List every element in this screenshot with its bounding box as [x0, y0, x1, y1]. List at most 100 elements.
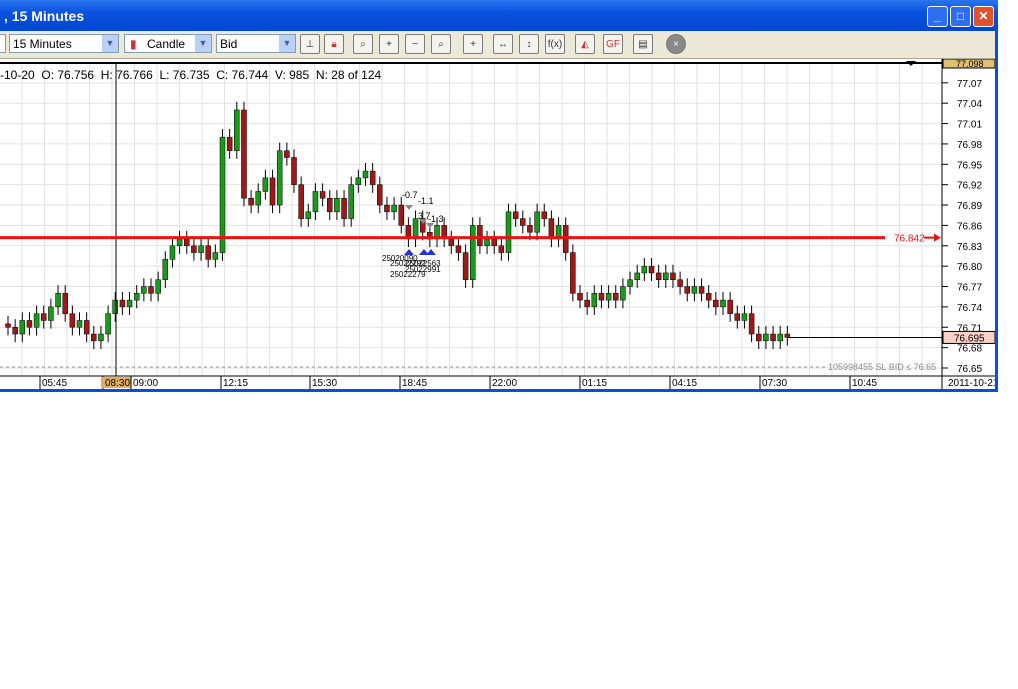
y-tick-label: 76.80 [957, 262, 982, 273]
candle-body [634, 272, 640, 280]
trade-exit-marker-icon [405, 205, 413, 210]
function-icon[interactable]: f(x) [545, 34, 565, 54]
x-tick-label: 09:00 [133, 378, 158, 389]
candle-body [541, 211, 547, 219]
trade-annotation: 25022279 [390, 270, 426, 279]
fibonacci-icon[interactable]: GF [603, 34, 623, 54]
candle-body [176, 238, 183, 247]
x-tick-label: 07:30 [762, 378, 787, 389]
candle-body [663, 272, 669, 280]
maximize-button[interactable]: □ [950, 6, 971, 27]
y-tick-label: 76.74 [957, 303, 982, 314]
stop-icon[interactable]: × [666, 34, 686, 54]
chart-type-select[interactable]: ▮ Candle ▼ [124, 34, 212, 53]
candle-body [341, 198, 347, 219]
chart-window: , 15 Minutes _ □ ✕ 15 Minutes ▼ ▮ Candle ▼ … [0, 0, 999, 392]
candle-body [491, 238, 497, 247]
candlestick-chart[interactable]: 77.07 77.04 77.01 76.98 76.95 76.92 76.89 76.86… [0, 58, 999, 389]
candle-body [184, 238, 190, 247]
candle-body [613, 293, 619, 301]
candle-body [276, 150, 283, 206]
candle-body [698, 286, 705, 294]
candle-body [33, 313, 40, 328]
candle-body [520, 218, 526, 226]
save-image-icon[interactable]: ▤ [633, 34, 653, 54]
crosshair-icon[interactable]: + [463, 34, 483, 54]
candle-body [720, 299, 726, 308]
candle-body [5, 323, 11, 328]
y-tick-label: 76.77 [957, 283, 982, 294]
candle-body [677, 279, 683, 287]
candle-body [48, 306, 54, 321]
candle-body [705, 293, 712, 301]
candle-body [83, 320, 90, 335]
candle-body [212, 252, 219, 260]
candle-body [605, 293, 612, 301]
chart-type-value: Candle [147, 37, 186, 51]
price-type-value: Bid [220, 37, 238, 51]
date-label: 2011-10-21 [948, 378, 995, 389]
candle-body [191, 245, 197, 253]
zoom-in-icon[interactable]: + [379, 34, 399, 54]
candle-body [162, 259, 169, 280]
candle-body [133, 293, 140, 301]
y-tick-label: 76.89 [957, 201, 982, 212]
symbol-select[interactable] [0, 34, 6, 53]
zoom-area-icon[interactable]: ⌕ [431, 34, 451, 54]
axis-icon[interactable]: ⊥ [300, 34, 320, 54]
interval-select[interactable]: 15 Minutes ▼ [9, 34, 119, 53]
zoom-fit-icon[interactable]: ⌕ [353, 34, 373, 54]
candle-body [198, 245, 204, 253]
candle-body [462, 252, 469, 280]
info-open: O: 76.756 [41, 68, 95, 82]
minimize-button[interactable]: _ [927, 6, 948, 27]
lock-icon[interactable]: 🔒︎ [324, 34, 344, 54]
y-tick-label: 76.95 [957, 160, 982, 171]
price-type-select[interactable]: Bid ▼ [216, 34, 296, 53]
info-high: H: 76.766 [100, 68, 153, 82]
candle-body [477, 225, 483, 247]
candle-body [327, 198, 333, 213]
candle-body [148, 286, 154, 294]
candle-body [234, 109, 240, 151]
candle-body [391, 204, 397, 213]
x-tick-label: 05:45 [42, 378, 67, 389]
candle-body [262, 177, 269, 192]
x-tick-label: 12:15 [223, 378, 248, 389]
price-line-label: 76.842 [894, 234, 925, 245]
shapes-icon[interactable]: ◭ [575, 34, 595, 54]
candle-body [384, 204, 390, 213]
candle-body [26, 320, 33, 328]
horizontal-scale-icon[interactable]: ↔ [493, 34, 513, 54]
chevron-down-icon: ▼ [195, 35, 211, 52]
candle-body [448, 238, 455, 247]
candle-body [412, 218, 419, 240]
candle-body [255, 191, 261, 206]
candle-body [398, 204, 404, 226]
candle-body [226, 136, 233, 151]
trade-annotation: -0.7 [402, 190, 418, 200]
candle-body [305, 211, 312, 219]
chart-area[interactable]: 77.07 77.04 77.01 76.98 76.95 76.92 76.89 76.86… [0, 58, 999, 389]
ohlc-info: -10-20 O: 76.756 H: 76.766 L: 76.735 C: … [0, 68, 381, 82]
candle-body [69, 313, 76, 328]
candle-body [298, 184, 304, 219]
candle-body [41, 313, 47, 321]
candle-body [512, 211, 519, 219]
candle-body [584, 299, 590, 308]
chevron-down-icon: ▼ [102, 35, 118, 52]
x-tick-label: 01:15 [582, 378, 607, 389]
candle-body [713, 299, 719, 308]
trade-entry-marker-icon [404, 249, 414, 255]
y-tick-label: 76.92 [957, 181, 982, 192]
vertical-scale-icon[interactable]: ↕ [519, 34, 539, 54]
trade-annotation: -1.3 [428, 214, 444, 224]
x-tick-label: 04:15 [672, 378, 697, 389]
zoom-out-icon[interactable]: − [405, 34, 425, 54]
candle-body [241, 109, 247, 199]
close-button[interactable]: ✕ [973, 6, 994, 27]
candle-body [591, 293, 598, 308]
y-tick-label: 76.83 [957, 242, 982, 253]
candle-body [756, 333, 762, 342]
candle-body [470, 225, 476, 280]
